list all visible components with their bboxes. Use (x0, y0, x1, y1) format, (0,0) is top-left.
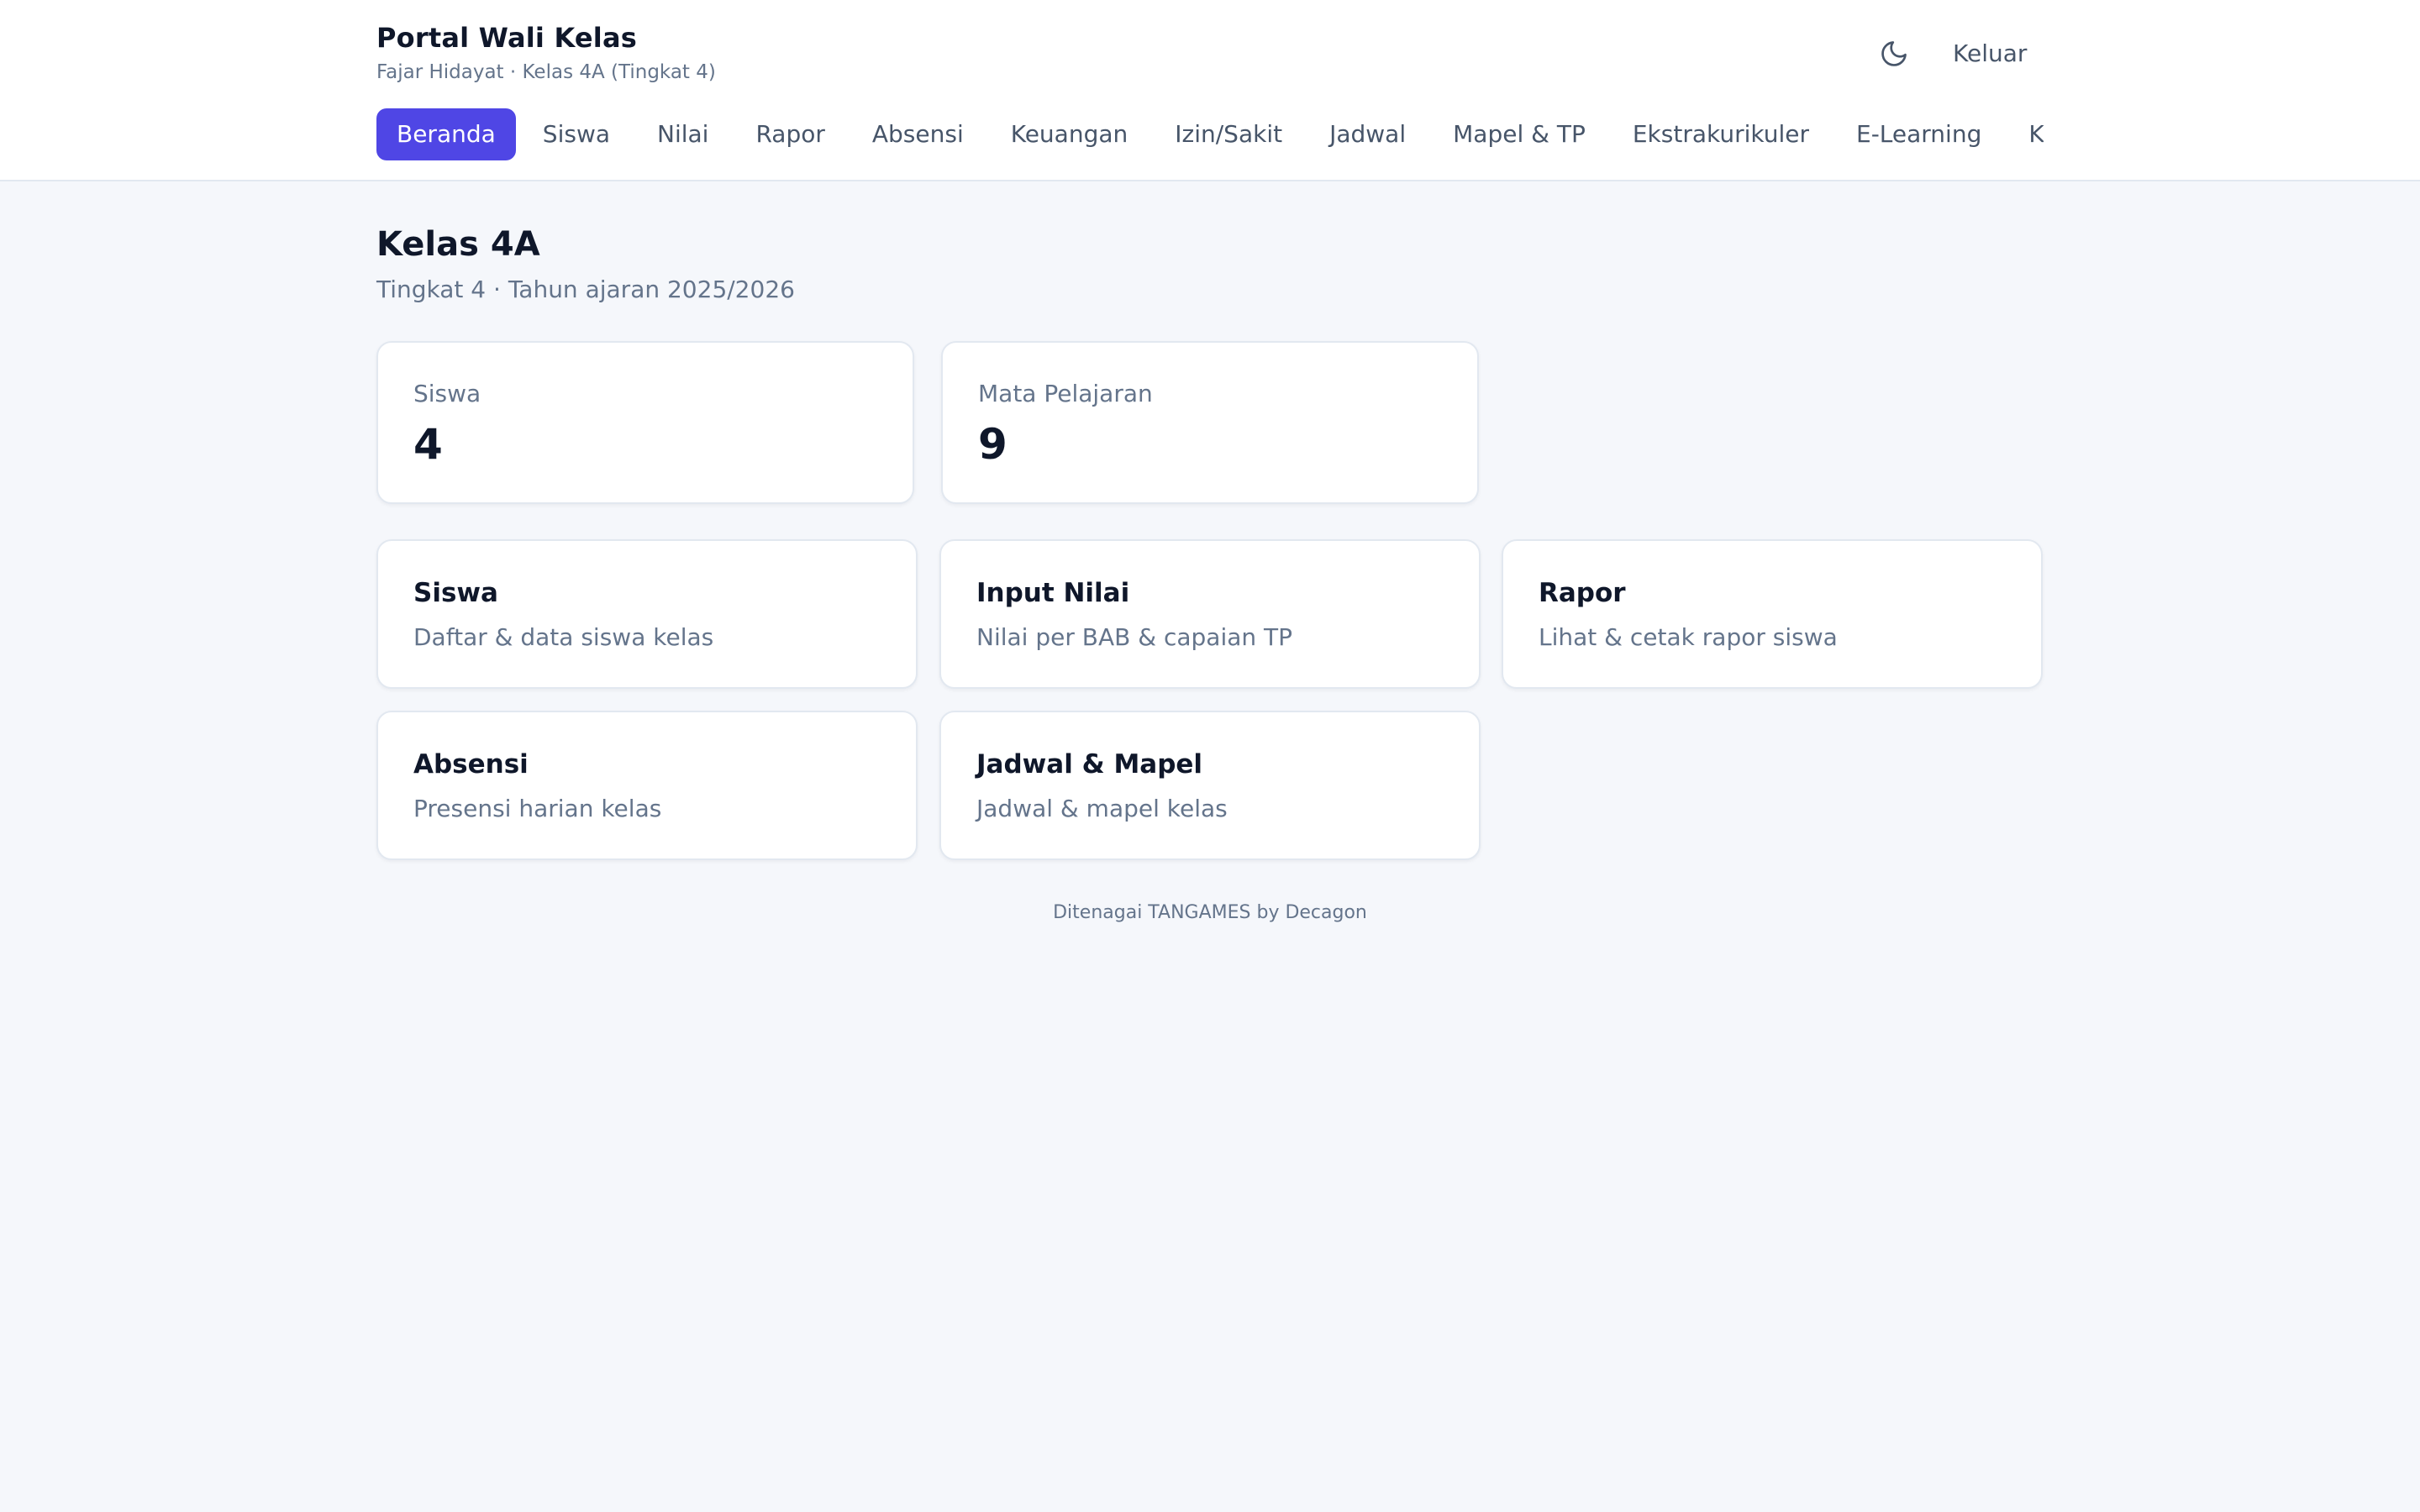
user-class-info: Fajar Hidayat · Kelas 4A (Tingkat 4) (376, 61, 716, 83)
card-title: Jadwal & Mapel (976, 749, 1203, 780)
footer-credit: Ditenagai TANGAMES by Decagon (1053, 902, 1367, 923)
tab-ekstrakurikuler[interactable]: Ekstrakurikuler (1612, 108, 1829, 160)
tab-absensi[interactable]: Absensi (852, 108, 984, 160)
stat-card-mata-pelajaran: Mata Pelajaran 9 (941, 341, 1479, 504)
page-title: Kelas 4A (376, 225, 540, 264)
card-title: Absensi (413, 749, 529, 780)
stat-card-siswa: Siswa 4 (376, 341, 914, 504)
tab-siswa[interactable]: Siswa (523, 108, 630, 160)
moon-icon (1881, 41, 1907, 66)
tab-izin-sakit[interactable]: Izin/Sakit (1155, 108, 1302, 160)
card-title: Siswa (413, 578, 498, 608)
stat-label: Mata Pelajaran (978, 380, 1153, 407)
tab-beranda[interactable]: Beranda (376, 108, 516, 160)
card-rapor[interactable]: Rapor Lihat & cetak rapor siswa (1502, 539, 2043, 689)
app-title: Portal Wali Kelas (376, 22, 637, 54)
tab-jadwal[interactable]: Jadwal (1309, 108, 1426, 160)
tab-mapel-tp[interactable]: Mapel & TP (1433, 108, 1606, 160)
logout-button[interactable]: Keluar (1946, 37, 2033, 71)
app-header: Portal Wali Kelas Fajar Hidayat · Kelas … (0, 0, 2420, 181)
card-title: Input Nilai (976, 578, 1130, 608)
card-jadwal-mapel[interactable]: Jadwal & Mapel Jadwal & mapel kelas (939, 711, 1481, 860)
theme-toggle-button[interactable] (1876, 35, 1912, 72)
page-subtitle: Tingkat 4 · Tahun ajaran 2025/2026 (376, 276, 795, 303)
tab-nilai[interactable]: Nilai (637, 108, 729, 160)
card-siswa[interactable]: Siswa Daftar & data siswa kelas (376, 539, 918, 689)
card-absensi[interactable]: Absensi Presensi harian kelas (376, 711, 918, 860)
stat-value: 4 (413, 420, 443, 469)
main-nav-tabs: Beranda Siswa Nilai Rapor Absensi Keuang… (376, 108, 2044, 161)
card-description: Lihat & cetak rapor siswa (1539, 623, 1838, 651)
card-description: Presensi harian kelas (413, 795, 662, 822)
tab-rapor[interactable]: Rapor (735, 108, 844, 160)
stat-value: 9 (978, 420, 1007, 469)
card-description: Jadwal & mapel kelas (976, 795, 1228, 822)
stat-label: Siswa (413, 380, 481, 407)
card-description: Nilai per BAB & capaian TP (976, 623, 1293, 651)
tab-keuangan[interactable]: Keuangan (991, 108, 1149, 160)
card-input-nilai[interactable]: Input Nilai Nilai per BAB & capaian TP (939, 539, 1481, 689)
card-description: Daftar & data siswa kelas (413, 623, 714, 651)
tab-e-learning[interactable]: E-Learning (1836, 108, 2002, 160)
card-title: Rapor (1539, 578, 1626, 608)
tab-kuis[interactable]: Kuis (2008, 108, 2044, 160)
